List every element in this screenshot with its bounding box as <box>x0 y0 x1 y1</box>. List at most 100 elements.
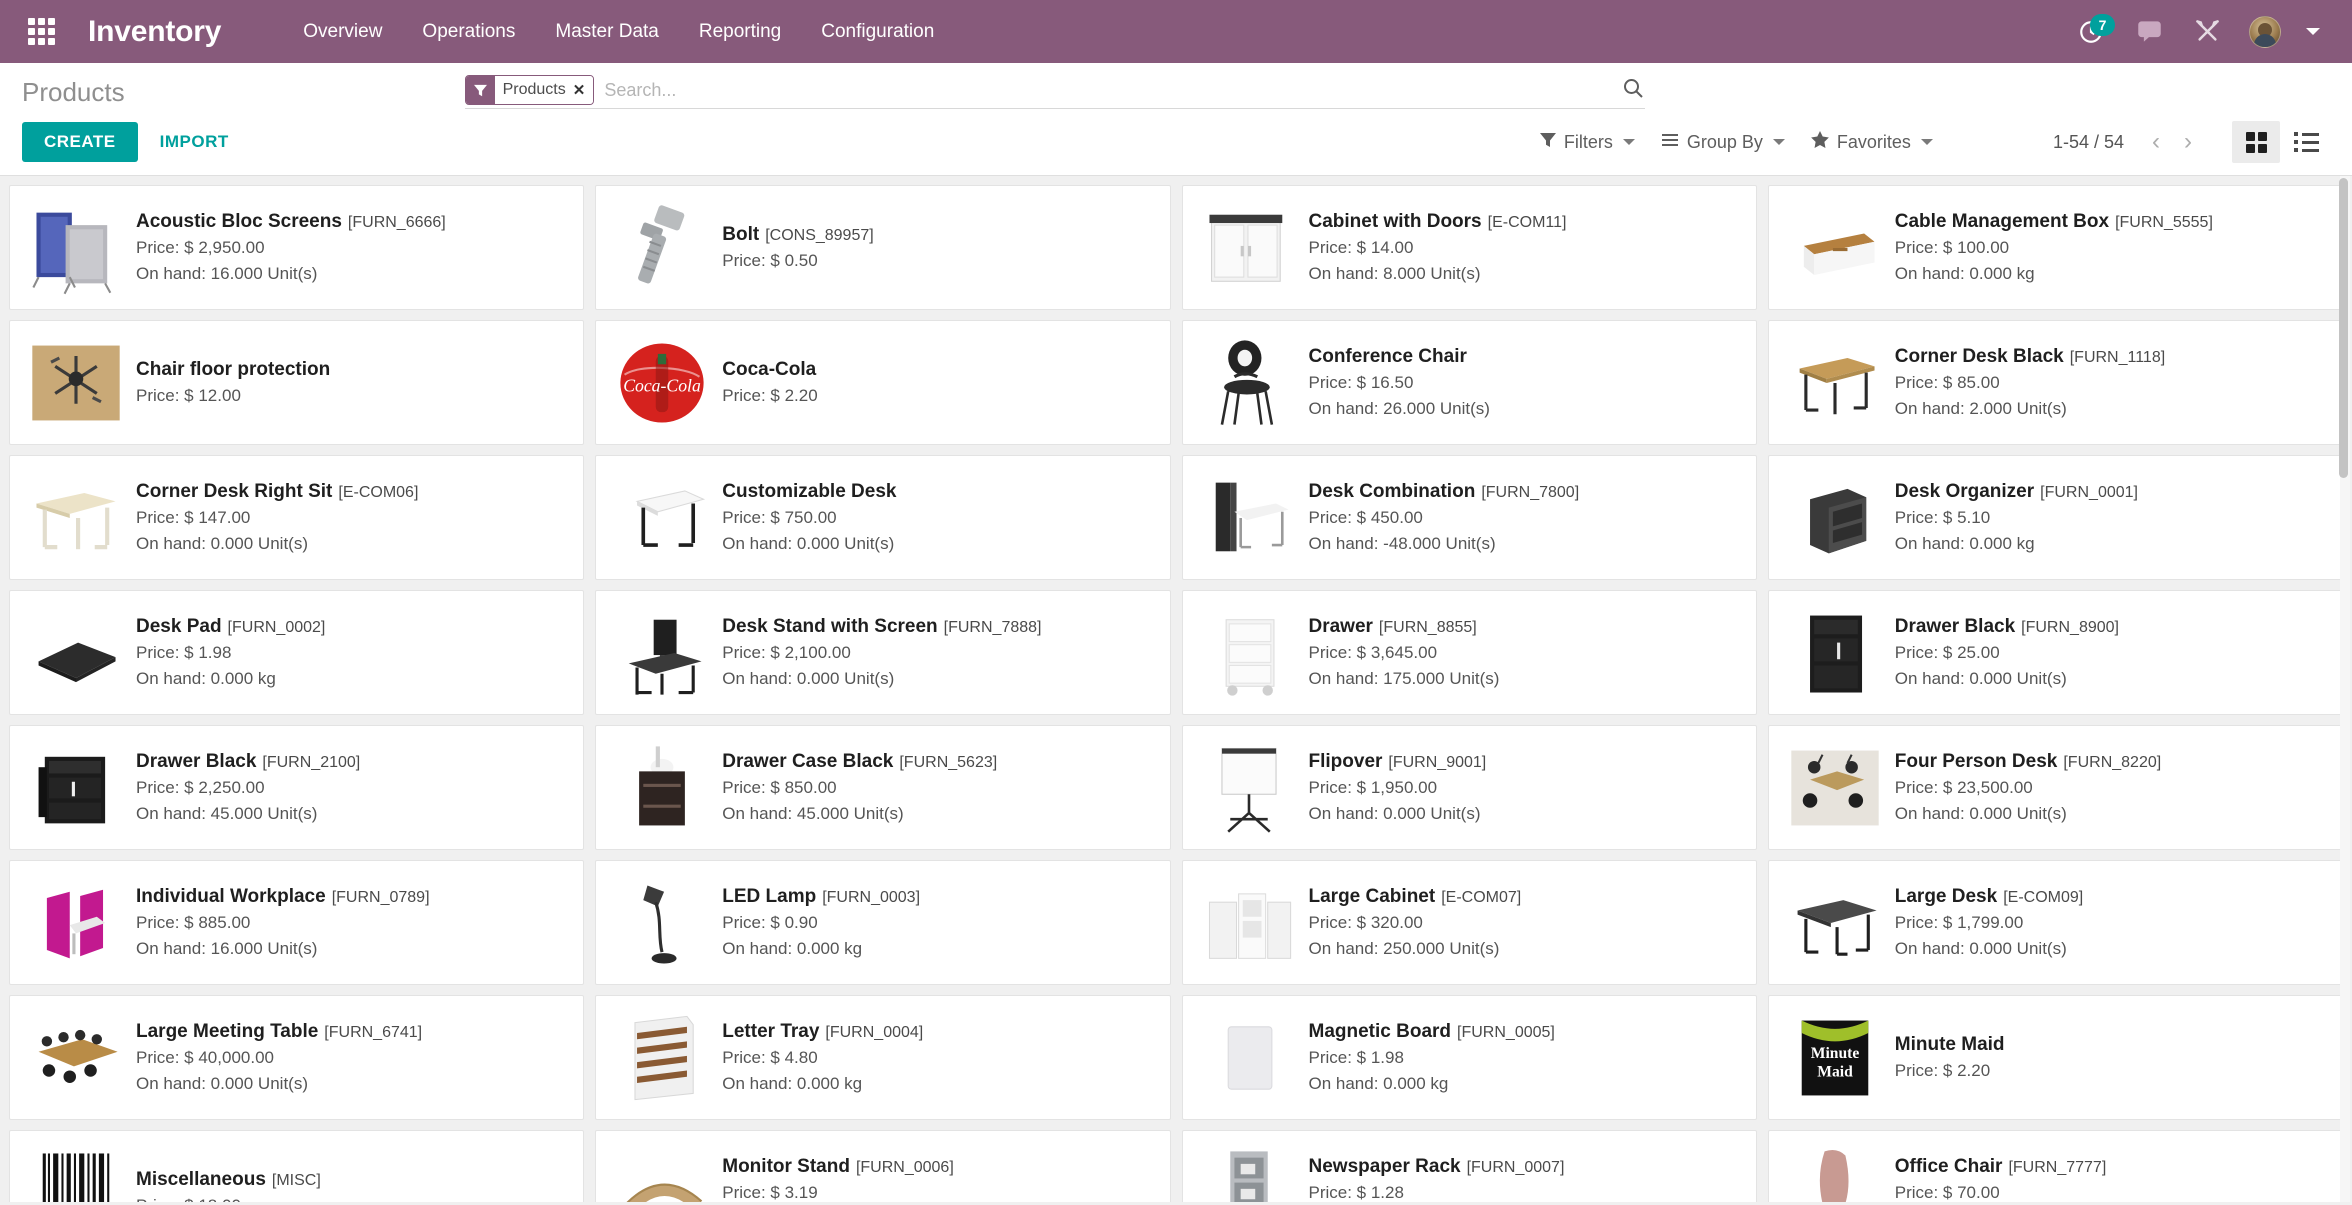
product-card[interactable]: Flipover [FURN_9001] Price: $ 1,950.00 On h… <box>1181 725 1757 850</box>
product-image: 1 234567 890128 <box>22 1139 130 1202</box>
product-price: Price: $ 2.20 <box>722 385 818 405</box>
favorites-dropdown[interactable]: Favorites <box>1811 131 1933 153</box>
product-onhand: On hand: 175.000 Unit(s) <box>1308 668 1500 688</box>
product-name: Desk Combination <box>1308 481 1476 503</box>
kanban-grid: Acoustic Bloc Screens [FURN_6666] Price: $… <box>9 185 2343 1202</box>
product-price: Price: $ 40,000.00 <box>136 1047 274 1067</box>
product-card[interactable]: Desk Pad [FURN_0002] Price: $ 1.98 On hand:… <box>9 590 585 715</box>
chevron-down-icon[interactable] <box>2306 28 2320 35</box>
product-onhand: On hand: 0.000 Unit(s) <box>1308 803 1481 823</box>
product-card[interactable]: Corner Desk Black [FURN_1118] Price: $ 85.… <box>1767 320 2343 445</box>
chevron-left-icon[interactable]: ‹ <box>2142 130 2170 154</box>
product-card-body: Large Meeting Table [FURN_6741] Price: $ 4… <box>136 1019 571 1096</box>
product-card[interactable]: 1 234567 890128 Miscellaneous [MISC] Price:… <box>9 1130 585 1202</box>
product-title-row: Minute Maid <box>1895 1034 2330 1057</box>
product-card[interactable]: Desk Stand with Screen [FURN_7888] Price: … <box>595 590 1171 715</box>
kanban-view: Acoustic Bloc Screens [FURN_6666] Price: $… <box>0 176 2352 1202</box>
product-card[interactable]: Customizable Desk Price: $ 750.00 On hand:… <box>595 455 1171 580</box>
svg-text:Maid: Maid <box>1817 1063 1853 1080</box>
product-image <box>1781 869 1889 977</box>
star-icon <box>1811 131 1829 153</box>
product-card[interactable]: Magnetic Board [FURN_0005] Price: $ 1.98 On… <box>1181 995 1757 1120</box>
product-title-row: Drawer Black [FURN_8900] <box>1895 616 2330 639</box>
menu-item-master-data[interactable]: Master Data <box>535 11 678 53</box>
product-image <box>1195 464 1303 572</box>
product-card[interactable]: Conference Chair Price: $ 16.50 On hand: 2… <box>1181 320 1757 445</box>
search-facet-products[interactable]: Products ✕ <box>464 75 595 105</box>
product-card[interactable]: Office Chair[FURN_7777]Price: $ 70.00On … <box>1767 1130 2343 1202</box>
product-title-row: Corner Desk Black [FURN_1118] <box>1895 346 2330 369</box>
product-card[interactable]: Large Meeting Table [FURN_6741] Price: $ 4… <box>9 995 585 1120</box>
product-image <box>1195 329 1303 437</box>
product-card[interactable]: Desk Organizer [FURN_0001] Price: $ 5.10 On… <box>1767 455 2343 580</box>
filters-dropdown[interactable]: Filters <box>1539 132 1635 153</box>
close-x-icon[interactable]: ✕ <box>573 81 586 99</box>
vertical-scrollbar[interactable] <box>2339 176 2350 1202</box>
product-card[interactable]: Cable Management Box [FURN_5555] Price: $ … <box>1767 185 2343 310</box>
scrollbar-thumb[interactable] <box>2339 178 2348 478</box>
product-card[interactable]: Large Cabinet [E-COM07] Price: $ 320.00 On … <box>1181 860 1757 985</box>
product-card[interactable]: Desk Combination [FURN_7800] Price: $ 450.… <box>1181 455 1757 580</box>
product-card[interactable]: Monitor Stand[FURN_0006]Price: $ 3.19On … <box>595 1130 1171 1202</box>
groupby-dropdown[interactable]: Group By <box>1661 132 1785 153</box>
list-view-icon[interactable] <box>2282 121 2330 163</box>
product-card[interactable]: Individual Workplace [FURN_0789] Price: $ … <box>9 860 585 985</box>
apps-grid-icon[interactable] <box>24 15 58 49</box>
svg-text:Minute: Minute <box>1810 1045 1859 1062</box>
product-image <box>608 1004 716 1112</box>
product-code: [FURN_7888] <box>943 619 1042 637</box>
kanban-grid-icon[interactable] <box>2232 121 2280 163</box>
product-card-body: Drawer Black [FURN_2100] Price: $ 2,250.00… <box>136 749 571 826</box>
product-card[interactable]: Corner Desk Right Sit [E-COM06] Price: $ 1… <box>9 455 585 580</box>
product-card[interactable]: Drawer Black [FURN_2100] Price: $ 2,250.00… <box>9 725 585 850</box>
product-title-row: Large Cabinet [E-COM07] <box>1309 886 1744 909</box>
product-card[interactable]: Cabinet with Doors [E-COM11] Price: $ 14.0… <box>1181 185 1757 310</box>
menu-item-configuration[interactable]: Configuration <box>801 11 954 53</box>
product-price: Price: $ 147.00 <box>136 507 251 527</box>
hamburger-lines-icon <box>1661 132 1679 153</box>
product-image <box>608 869 716 977</box>
product-card-body: Letter Tray [FURN_0004] Price: $ 4.80 On ha… <box>722 1019 1157 1096</box>
menu-item-operations[interactable]: Operations <box>402 11 535 53</box>
product-name: Large Meeting Table <box>136 1021 319 1043</box>
product-code: [FURN_8900] <box>2021 619 2119 637</box>
search-input[interactable] <box>594 75 1613 105</box>
menu-item-overview[interactable]: Overview <box>283 11 402 53</box>
product-card[interactable]: Minute Maid Minute Maid Price: $ 2.20 <box>1767 995 2343 1120</box>
product-name: Letter Tray <box>722 1021 820 1043</box>
chevron-right-icon[interactable]: › <box>2174 130 2202 154</box>
product-card[interactable]: Drawer [FURN_8855] Price: $ 3,645.00 On han… <box>1181 590 1757 715</box>
product-code: [FURN_5623] <box>899 754 998 772</box>
product-image <box>1195 1139 1303 1202</box>
product-title-row: Corner Desk Right Sit [E-COM06] <box>136 481 571 504</box>
app-brand-inventory[interactable]: Inventory <box>88 15 221 49</box>
product-card[interactable]: Drawer Case Black [FURN_5623] Price: $ 850… <box>595 725 1171 850</box>
product-name: Drawer Black <box>1894 616 2016 638</box>
product-card[interactable]: Bolt [CONS_89957] Price: $ 0.50 <box>595 185 1171 310</box>
product-card[interactable]: Four Person Desk [FURN_8220] Price: $ 23,5… <box>1767 725 2343 850</box>
product-card-body: Drawer [FURN_8855] Price: $ 3,645.00 On han… <box>1309 614 1744 691</box>
product-card[interactable]: Drawer Black [FURN_8900] Price: $ 25.00 On … <box>1767 590 2343 715</box>
product-code: [FURN_7800] <box>1481 484 1580 502</box>
product-card[interactable]: Acoustic Bloc Screens [FURN_6666] Price: $… <box>9 185 585 310</box>
user-avatar[interactable] <box>2236 8 2294 56</box>
product-title-row: Monitor Stand [FURN_0006] <box>722 1156 1157 1179</box>
chat-bubble-icon[interactable] <box>2120 8 2178 56</box>
product-card[interactable]: Coca-Cola Coca-Cola Price: $ 2.20 <box>595 320 1171 445</box>
product-onhand: On hand: 0.000 Unit(s) <box>1894 938 2067 958</box>
create-button[interactable]: CREATE <box>22 122 138 162</box>
product-card[interactable]: Large Desk [E-COM09] Price: $ 1,799.00 On h… <box>1767 860 2343 985</box>
clock-activity-icon[interactable]: 7 <box>2062 8 2120 56</box>
menu-item-reporting[interactable]: Reporting <box>679 11 801 53</box>
product-card[interactable]: Newspaper Rack[FURN_0007]Price: $ 1.28On… <box>1181 1130 1757 1202</box>
product-name: Cabinet with Doors <box>1308 211 1482 233</box>
product-image <box>1781 599 1889 707</box>
import-button[interactable]: IMPORT <box>144 122 245 162</box>
product-code: [FURN_0002] <box>227 619 326 637</box>
product-card[interactable]: Letter Tray [FURN_0004] Price: $ 4.80 On ha… <box>595 995 1171 1120</box>
product-card[interactable]: LED Lamp [FURN_0003] Price: $ 0.90 On hand:… <box>595 860 1171 985</box>
product-card[interactable]: Chair floor protection Price: $ 12.00 <box>9 320 585 445</box>
product-onhand: On hand: 0.000 kg <box>722 938 863 958</box>
tools-wrench-icon[interactable] <box>2178 8 2236 56</box>
magnifier-icon[interactable] <box>1613 76 1645 105</box>
